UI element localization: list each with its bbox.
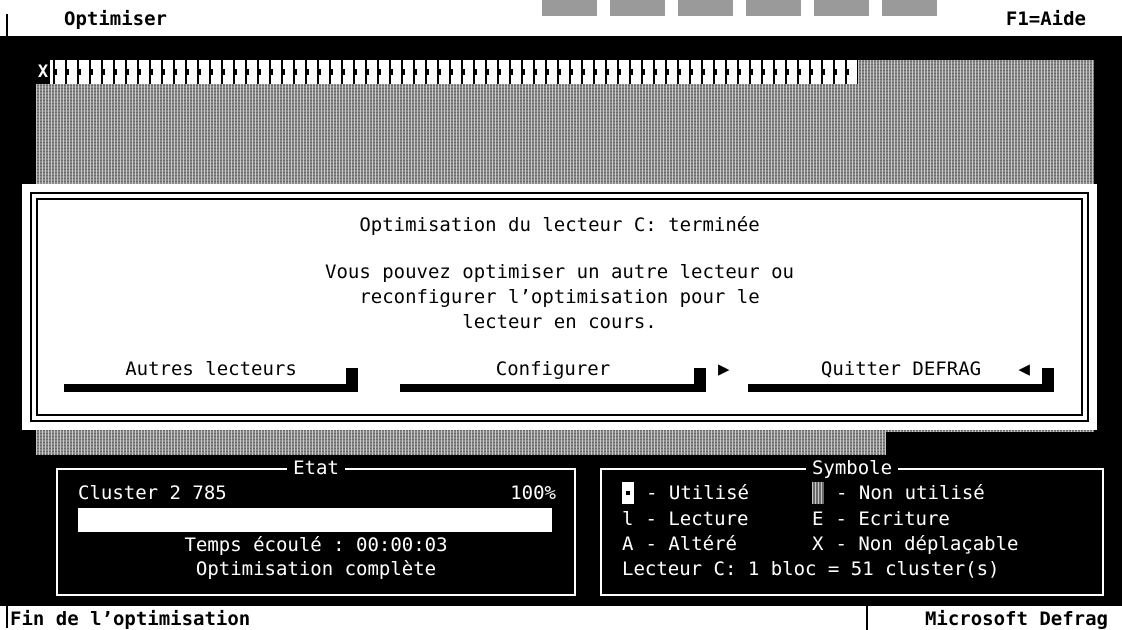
cluster-readout: Cluster 2 785 <box>78 482 227 504</box>
status-bar-edge <box>6 606 8 628</box>
quit-defrag-button[interactable]: ▶ Quitter DEFRAG ◀ <box>718 358 1054 392</box>
menu-bar-edge <box>6 14 8 36</box>
status-panel-title: Etat <box>287 457 345 479</box>
button-underline <box>748 384 1054 392</box>
legend-row: A - Altéré X - Non déplaçable <box>622 533 1018 557</box>
unmovable-block: X <box>36 60 50 84</box>
used-blocks <box>50 60 858 84</box>
legend-used-label: - Utilisé <box>646 482 749 504</box>
legend-unmovable-label: - Non déplaçable <box>835 533 1019 555</box>
disk-map-end <box>886 432 1094 455</box>
legend-row: l - Lecture E - Ecriture <box>622 508 950 532</box>
percent-complete: 100% <box>510 482 556 504</box>
used-block-icon <box>622 482 634 504</box>
legend-write-label: - Ecriture <box>835 508 950 530</box>
legend-bad-label: - Altéré <box>645 533 737 555</box>
other-drives-label: Autres lecteurs <box>125 358 297 380</box>
legend-unused-label: - Non utilisé <box>836 482 985 504</box>
configure-button[interactable]: Configurer <box>400 358 706 392</box>
progress-bar <box>78 508 552 532</box>
default-arrow-right-icon: ◀ <box>1018 358 1030 380</box>
app-name: Microsoft Defrag <box>924 608 1108 630</box>
status-bar: Fin de l’optimisation Microsoft Defrag <box>0 606 1122 630</box>
write-symbol: E <box>812 508 824 530</box>
status-bar-divider <box>866 606 868 630</box>
unmovable-symbol: X <box>812 533 824 555</box>
dialog-title: Optimisation du lecteur C: terminée <box>359 214 760 236</box>
button-underline <box>64 384 358 392</box>
unused-block-icon <box>812 482 824 504</box>
read-symbol: l <box>622 508 634 530</box>
completion-dialog: Optimisation du lecteur C: terminée Vous… <box>22 184 1097 430</box>
legend-read-label: - Lecture <box>645 508 749 530</box>
status-panel: Etat Cluster 2 785 100% Temps écoulé : 0… <box>56 457 576 596</box>
quit-defrag-label: Quitter DEFRAG <box>820 358 982 380</box>
button-underline <box>400 384 706 392</box>
status-bar-message: Fin de l’optimisation <box>10 608 251 630</box>
configure-label: Configurer <box>495 358 611 380</box>
button-shadow <box>694 368 706 392</box>
optimize-menu[interactable]: Optimiser <box>64 8 167 30</box>
help-hint[interactable]: F1=Aide <box>1006 8 1086 30</box>
other-drives-button[interactable]: Autres lecteurs <box>64 358 358 392</box>
legend-row: - Utilisé - Non utilisé <box>622 482 985 506</box>
bad-symbol: A <box>622 533 634 555</box>
status-message: Optimisation complète <box>195 558 437 580</box>
elapsed-time: Temps écoulé : 00:00:03 <box>184 534 448 556</box>
title-graphic <box>542 0 937 16</box>
disk-map-used-row: X <box>36 60 858 84</box>
menu-bar: Optimiser F1=Aide <box>0 0 1122 36</box>
dialog-message: Vous pouvez optimiser un autre lecteur o… <box>325 261 794 333</box>
defrag-screen: Optimiser F1=Aide X Optimisation du lect… <box>0 0 1122 630</box>
progress-fill <box>78 508 552 532</box>
drive-info: Lecteur C: 1 bloc = 51 cluster(s) <box>622 558 1000 580</box>
legend-panel-title: Symbole <box>805 457 899 479</box>
legend-panel: Symbole - Utilisé - Non utilisé l - Lectu… <box>600 457 1104 596</box>
button-shadow <box>346 368 358 392</box>
button-shadow <box>1042 368 1054 392</box>
default-arrow-left-icon: ▶ <box>718 358 730 380</box>
